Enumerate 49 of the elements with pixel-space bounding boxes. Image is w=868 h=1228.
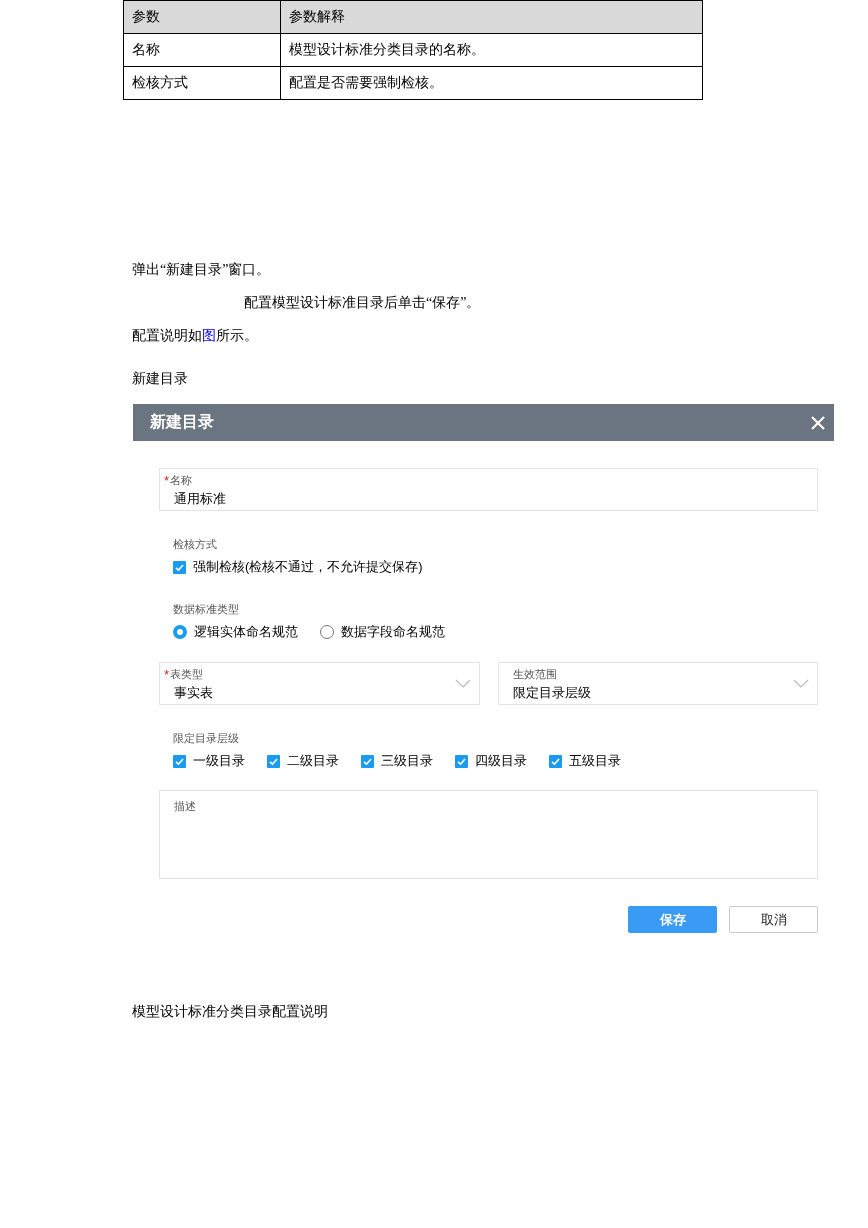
dialog-title: 新建目录 — [150, 412, 214, 432]
checkbox-label: 四级目录 — [475, 752, 527, 770]
table-cell: 名称 — [123, 33, 281, 67]
column-header: 参数 — [123, 0, 281, 34]
required-mark: * — [164, 473, 170, 488]
close-icon[interactable] — [810, 414, 826, 431]
checkbox[interactable] — [267, 754, 280, 768]
radio-button[interactable] — [320, 625, 334, 639]
checkbox-label: 五级目录 — [569, 752, 621, 770]
field-value: 限定目录层级 — [511, 684, 592, 702]
field-label: 名称 — [170, 473, 193, 488]
field-value: 通用标准 — [173, 490, 227, 508]
table-cell: 检核方式 — [123, 66, 281, 100]
cancel-button[interactable]: 取消 — [729, 906, 818, 933]
name-field[interactable]: *名称 通用标准 — [159, 468, 818, 511]
chevron-icon — [454, 679, 471, 688]
field-label: 描述 — [174, 799, 197, 814]
radio-label: 逻辑实体命名规范 — [194, 623, 298, 641]
field-label: 表类型 — [170, 667, 204, 682]
group-label: 数据标准类型 — [173, 602, 240, 617]
checkbox-label: 强制检核(检核不通过，不允许提交保存) — [193, 558, 423, 576]
field-label: 生效范围 — [512, 667, 557, 682]
table-cell: 模型设计标准分类目录的名称。 — [280, 33, 703, 67]
checkbox[interactable] — [173, 754, 186, 768]
checkbox[interactable] — [361, 754, 374, 768]
group-label: 限定目录层级 — [173, 731, 240, 746]
step-text: 配置说明如图所示。 — [132, 327, 259, 345]
description-field[interactable]: 描述 — [159, 790, 818, 879]
figure-caption: 新建目录 — [131, 370, 189, 388]
select-field[interactable]: 生效范围 限定目录层级 — [497, 662, 818, 705]
checkbox[interactable] — [455, 754, 468, 768]
radio-label: 数据字段命名规范 — [341, 623, 445, 641]
checkbox[interactable] — [549, 754, 562, 768]
column-header: 参数解释 — [280, 0, 703, 34]
table-caption: 模型设计标准分类目录配置说明 — [131, 1003, 329, 1021]
checkbox-label: 二级目录 — [287, 752, 339, 770]
select-field[interactable]: *表类型 事实表 — [159, 662, 480, 705]
checkbox[interactable] — [173, 560, 186, 574]
radio-button[interactable] — [173, 625, 187, 639]
figure-link[interactable]: 图 — [202, 328, 216, 343]
group-label: 检核方式 — [173, 537, 218, 552]
chevron-icon — [793, 679, 809, 688]
required-mark: * — [164, 667, 170, 682]
step-text: 弹出“新建目录”窗口。 — [132, 261, 272, 279]
step-text: 配置模型设计标准目录后单击“保存”。 — [243, 294, 482, 312]
checkbox-label: 三级目录 — [381, 752, 433, 770]
table-cell: 配置是否需要强制检核。 — [280, 66, 703, 100]
field-value: 事实表 — [173, 684, 214, 702]
checkbox-label: 一级目录 — [193, 752, 245, 770]
